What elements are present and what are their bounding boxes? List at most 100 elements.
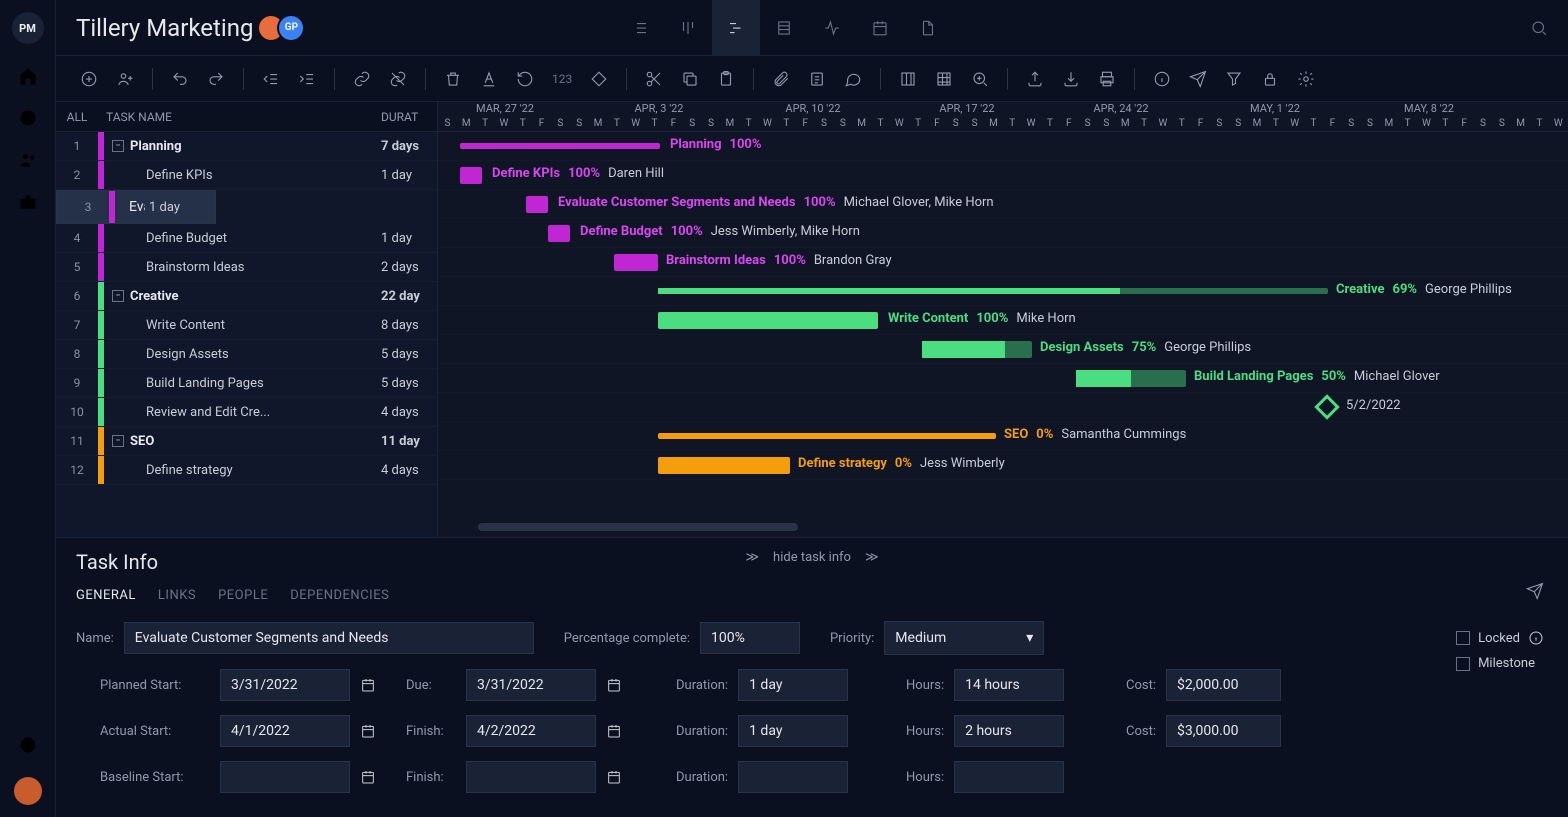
view-activity-icon[interactable]: [808, 0, 856, 56]
send-icon[interactable]: [1526, 582, 1544, 600]
zoom-icon[interactable]: [971, 70, 989, 88]
calendar-icon[interactable]: [360, 769, 376, 785]
undo-icon[interactable]: [171, 70, 189, 88]
gantt-bar[interactable]: [614, 254, 658, 271]
gantt-bar[interactable]: [460, 167, 482, 184]
task-row[interactable]: 5 Brainstorm Ideas 2 days: [56, 253, 437, 282]
pct-input[interactable]: 100%: [700, 622, 800, 654]
attach-icon[interactable]: [772, 70, 790, 88]
duration-input[interactable]: 1 day: [738, 715, 848, 747]
clock-icon[interactable]: [18, 108, 38, 128]
help-icon[interactable]: [18, 735, 38, 755]
people-icon[interactable]: [18, 150, 38, 170]
gantt-bar[interactable]: [922, 341, 1032, 358]
tab-dependencies[interactable]: DEPENDENCIES: [290, 588, 389, 603]
calendar-icon[interactable]: [360, 677, 376, 693]
view-calendar-icon[interactable]: [856, 0, 904, 56]
gantt-bar[interactable]: [658, 433, 996, 439]
revert-icon[interactable]: [516, 70, 534, 88]
indent-icon[interactable]: [298, 70, 316, 88]
hours-input[interactable]: 2 hours: [954, 715, 1064, 747]
info-small-icon[interactable]: [1528, 630, 1544, 646]
task-row[interactable]: 11 −SEO 11 day: [56, 427, 437, 456]
comment-icon[interactable]: [844, 70, 862, 88]
cut-icon[interactable]: [645, 70, 663, 88]
col-all[interactable]: ALL: [56, 110, 98, 124]
tab-people[interactable]: PEOPLE: [218, 588, 268, 603]
export-icon[interactable]: [1026, 70, 1044, 88]
gear-icon[interactable]: [1297, 70, 1315, 88]
gantt-bar[interactable]: [460, 143, 660, 149]
add-circle-icon[interactable]: [80, 70, 98, 88]
task-row[interactable]: 2 Define KPIs 1 day: [56, 161, 437, 190]
view-list-icon[interactable]: [616, 0, 664, 56]
view-gantt-icon[interactable]: [712, 0, 760, 56]
gantt-bar[interactable]: [658, 457, 790, 474]
view-file-icon[interactable]: [904, 0, 952, 56]
gantt-chart[interactable]: MAR, 27 '22APR, 3 '22APR, 10 '22APR, 17 …: [438, 102, 1568, 537]
hours-input[interactable]: 14 hours: [954, 669, 1064, 701]
duration-input[interactable]: [738, 761, 848, 793]
task-row[interactable]: 12 Define strategy 4 days: [56, 456, 437, 485]
gantt-scrollbar[interactable]: [478, 523, 798, 531]
columns-icon[interactable]: [899, 70, 917, 88]
task-row[interactable]: 10 Review and Edit Cre... 4 days: [56, 398, 437, 427]
member-avatars[interactable]: GP: [265, 14, 305, 42]
paste-icon[interactable]: [717, 70, 735, 88]
duration-input[interactable]: 1 day: [738, 669, 848, 701]
gantt-bar[interactable]: [658, 288, 1328, 294]
gantt-bar[interactable]: [526, 196, 548, 213]
task-row[interactable]: 7 Write Content 8 days: [56, 311, 437, 340]
info-icon[interactable]: [1153, 70, 1171, 88]
unlink-icon[interactable]: [389, 70, 407, 88]
cost-input[interactable]: $2,000.00: [1166, 669, 1281, 701]
gantt-bar[interactable]: [548, 225, 570, 242]
copy-icon[interactable]: [681, 70, 699, 88]
milestone-checkbox[interactable]: [1456, 657, 1470, 671]
task-row[interactable]: 8 Design Assets 5 days: [56, 340, 437, 369]
task-row[interactable]: 1 −Planning 7 days: [56, 132, 437, 161]
home-icon[interactable]: [18, 66, 38, 86]
note-icon[interactable]: [808, 70, 826, 88]
col-duration[interactable]: DURAT: [377, 110, 437, 124]
task-row[interactable]: 3 Evaluate Customer ... 1 day: [56, 190, 216, 224]
view-board-icon[interactable]: [664, 0, 712, 56]
send-plane-icon[interactable]: [1189, 70, 1207, 88]
view-sheet-icon[interactable]: [760, 0, 808, 56]
task-row[interactable]: 4 Define Budget 1 day: [56, 224, 437, 253]
hide-task-info-button[interactable]: ≫hide task info≫: [745, 550, 878, 565]
lock-icon[interactable]: [1261, 70, 1279, 88]
grid-icon[interactable]: [935, 70, 953, 88]
date-input[interactable]: 3/31/2022: [220, 669, 350, 701]
priority-select[interactable]: Medium▾: [884, 621, 1044, 655]
hours-input[interactable]: [954, 761, 1064, 793]
date-input[interactable]: 4/2/2022: [466, 715, 596, 747]
date-input[interactable]: [466, 761, 596, 793]
import-icon[interactable]: [1062, 70, 1080, 88]
date-input[interactable]: 3/31/2022: [466, 669, 596, 701]
tab-general[interactable]: GENERAL: [76, 588, 136, 603]
print-icon[interactable]: [1098, 70, 1116, 88]
gantt-bar[interactable]: [658, 312, 878, 329]
search-icon[interactable]: [1530, 19, 1548, 37]
filter-icon[interactable]: [1225, 70, 1243, 88]
app-logo[interactable]: PM: [12, 12, 44, 44]
date-input[interactable]: 4/1/2022: [220, 715, 350, 747]
redo-icon[interactable]: [207, 70, 225, 88]
gantt-bar[interactable]: [1076, 370, 1186, 387]
cost-input[interactable]: $3,000.00: [1166, 715, 1281, 747]
task-row[interactable]: 6 −Creative 22 day: [56, 282, 437, 311]
col-taskname[interactable]: TASK NAME: [98, 110, 377, 124]
add-person-icon[interactable]: [116, 70, 134, 88]
tab-links[interactable]: LINKS: [158, 588, 196, 603]
calendar-icon[interactable]: [606, 723, 622, 739]
task-row[interactable]: 9 Build Landing Pages 5 days: [56, 369, 437, 398]
text-color-icon[interactable]: [480, 70, 498, 88]
briefcase-icon[interactable]: [18, 192, 38, 212]
calendar-icon[interactable]: [606, 677, 622, 693]
link-icon[interactable]: [353, 70, 371, 88]
calendar-icon[interactable]: [606, 769, 622, 785]
date-input[interactable]: [220, 761, 350, 793]
trash-icon[interactable]: [444, 70, 462, 88]
name-input[interactable]: Evaluate Customer Segments and Needs: [124, 622, 534, 654]
